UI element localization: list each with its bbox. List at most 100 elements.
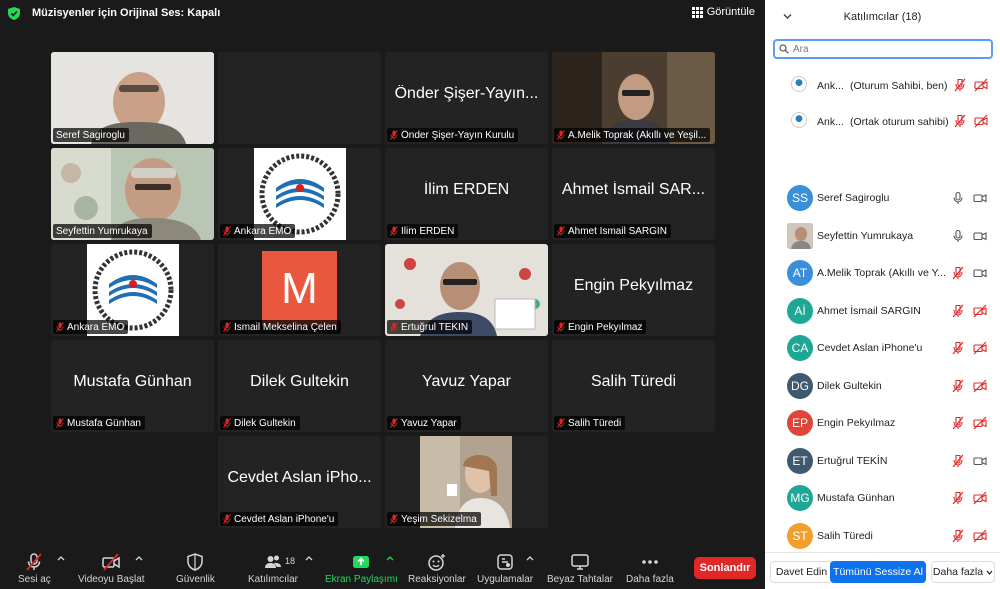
participant-row[interactable]: EP Engin Pekyılmaz (765, 404, 1000, 440)
video-tile[interactable]: Ankara EMO (218, 148, 381, 240)
muted-mic-icon[interactable] (951, 491, 965, 505)
invite-button[interactable]: Davet Edin (770, 561, 833, 583)
video-off-icon[interactable] (973, 304, 987, 318)
participant-name: Ank... (817, 116, 844, 128)
participant-row[interactable]: CA Cevdet Aslan iPhone'u (765, 329, 1000, 365)
whiteboards-button[interactable]: Beyaz Tahtalar (547, 551, 613, 585)
audio-options-caret-icon[interactable] (57, 555, 65, 561)
muted-mic-icon[interactable] (953, 78, 967, 92)
video-camera-icon[interactable] (973, 454, 987, 468)
participant-name: Cevdet Aslan iPhone'u (817, 342, 923, 354)
video-tile[interactable]: Salih Türedi Salih Türedi (552, 340, 715, 432)
video-tile[interactable]: Mustafa Günhan Mustafa Günhan (51, 340, 214, 432)
video-tile[interactable]: Ertuğrul TEKİN (385, 244, 548, 336)
participant-name-label: Cevdet Aslan iPhone'u (234, 513, 335, 525)
video-off-icon[interactable] (973, 341, 987, 355)
muted-mic-icon[interactable] (951, 416, 965, 430)
participant-row[interactable]: Seyfettin Yumrukaya (765, 217, 1000, 253)
apps-button[interactable]: Uygulamalar (477, 551, 533, 585)
video-camera-icon[interactable] (973, 266, 987, 280)
whiteboard-icon (571, 554, 589, 570)
participants-panel-header: Katılımcılar (18) (765, 0, 1000, 34)
unmute-button[interactable]: Sesi aç (18, 551, 51, 585)
video-off-icon[interactable] (974, 78, 988, 92)
shield-check-icon[interactable] (8, 7, 20, 20)
muted-mic-icon[interactable] (951, 341, 965, 355)
video-tile[interactable]: Cevdet Aslan iPho... Cevdet Aslan iPhone'… (218, 436, 381, 528)
participant-row[interactable]: Aİ Ahmet İsmail SARGIN (765, 292, 1000, 328)
video-tile[interactable] (218, 52, 381, 144)
video-tile[interactable]: İlim ERDEN İlim ERDEN (385, 148, 548, 240)
video-tile[interactable]: Ankara EMO (51, 244, 214, 336)
mute-all-button[interactable]: Tümünü Sessize Al (830, 561, 926, 583)
participant-display-name: Cevdet Aslan iPho... (227, 469, 372, 486)
video-tile[interactable]: M İsmail Mekselina Çelen (218, 244, 381, 336)
participant-name-tag: Seref Sagiroglu (53, 128, 129, 142)
participant-search[interactable] (773, 39, 993, 59)
muted-mic-icon[interactable] (951, 529, 965, 543)
participant-row[interactable]: ST Salih Türedi (765, 517, 1000, 553)
video-tile[interactable]: Engin Pekyılmaz Engin Pekyılmaz (552, 244, 715, 336)
video-camera-icon[interactable] (973, 229, 987, 243)
video-tile[interactable]: Önder Şişer-Yayın... Önder Şişer-Yayın Ku… (385, 52, 548, 144)
muted-mic-icon[interactable] (951, 379, 965, 393)
participant-name: Seref Sagiroglu (817, 192, 890, 204)
participant-row[interactable]: SS Seref Sagiroglu (765, 179, 1000, 215)
share-options-caret-icon[interactable] (386, 555, 394, 561)
muted-mic-icon[interactable] (951, 266, 965, 280)
search-input[interactable] (793, 43, 983, 55)
view-button[interactable]: Görüntüle (691, 6, 755, 18)
video-tile[interactable]: A.Melik Toprak (Akıllı ve Yeşil... (552, 52, 715, 144)
muted-mic-icon[interactable] (951, 304, 965, 318)
share-screen-icon (353, 556, 370, 568)
more-options-button[interactable]: Daha fazla (931, 561, 995, 583)
participant-display-name: Önder Şişer-Yayın... (394, 85, 539, 102)
participant-row[interactable]: MG Mustafa Günhan (765, 479, 1000, 515)
participant-name-label: Yeşim Sekizelma (401, 513, 477, 525)
video-off-icon[interactable] (973, 529, 987, 543)
participant-display-name: Dilek Gultekin (250, 373, 349, 390)
participant-name-tag: Dilek Gultekin (220, 416, 300, 430)
participant-name-tag: Önder Şişer-Yayın Kurulu (387, 128, 519, 142)
video-tile[interactable]: Ahmet İsmail SAR... Ahmet İsmail SARGIN (552, 148, 715, 240)
participant-row[interactable]: AT A.Melik Toprak (Akıllı ve Y... (765, 254, 1000, 290)
video-off-icon[interactable] (973, 416, 987, 430)
participants-options-caret-icon[interactable] (305, 555, 313, 561)
video-off-icon[interactable] (973, 379, 987, 393)
muted-mic-icon (26, 553, 43, 571)
video-camera-icon[interactable] (973, 191, 987, 205)
participants-panel-title: Katılımcılar (18) (843, 11, 922, 23)
host-participant-row[interactable]: Ank... (Oturum Sahibi, ben) (765, 68, 1000, 104)
mic-icon[interactable] (951, 191, 965, 205)
muted-mic-icon[interactable] (953, 114, 967, 128)
whiteboards-label: Beyaz Tahtalar (547, 574, 613, 585)
participant-name-tag: Salih Türedi (554, 416, 626, 430)
security-button[interactable]: Güvenlik (176, 551, 215, 585)
muted-mic-icon (390, 130, 398, 140)
muted-mic-icon[interactable] (951, 454, 965, 468)
participant-row[interactable]: ET Ertuğrul TEKİN (765, 442, 1000, 478)
end-meeting-button[interactable]: Sonlandır (694, 557, 756, 579)
apps-icon (497, 554, 513, 570)
video-off-icon[interactable] (974, 114, 988, 128)
muted-mic-icon (557, 418, 565, 428)
video-off-icon[interactable] (973, 491, 987, 505)
video-tile[interactable]: Dilek Gultekin Dilek Gultekin (218, 340, 381, 432)
participant-name-label: Salih Türedi (568, 417, 622, 429)
start-video-label: Videoyu Başlat (78, 574, 145, 585)
participant-name: A.Melik Toprak (Akıllı ve Y... (817, 267, 946, 279)
video-tile[interactable]: Yeşim Sekizelma (385, 436, 548, 528)
video-options-caret-icon[interactable] (135, 555, 143, 561)
participant-display-name: İlim ERDEN (423, 181, 510, 198)
video-tile[interactable]: Seyfettin Yumrukaya (51, 148, 214, 240)
video-tile[interactable]: Seref Sagiroglu (51, 52, 214, 144)
participant-name: Ertuğrul TEKİN (817, 454, 888, 467)
participant-row[interactable]: DG Dilek Gultekin (765, 367, 1000, 403)
reactions-button[interactable]: Reaksiyonlar (408, 551, 466, 585)
host-participant-row[interactable]: Ank... (Ortak oturum sahibi) (765, 104, 1000, 140)
participant-name-tag: Ankara EMO (53, 320, 129, 334)
mic-icon[interactable] (951, 229, 965, 243)
more-button[interactable]: Daha fazla (626, 551, 674, 585)
apps-options-caret-icon[interactable] (526, 555, 534, 561)
video-tile[interactable]: Yavuz Yapar Yavuz Yapar (385, 340, 548, 432)
